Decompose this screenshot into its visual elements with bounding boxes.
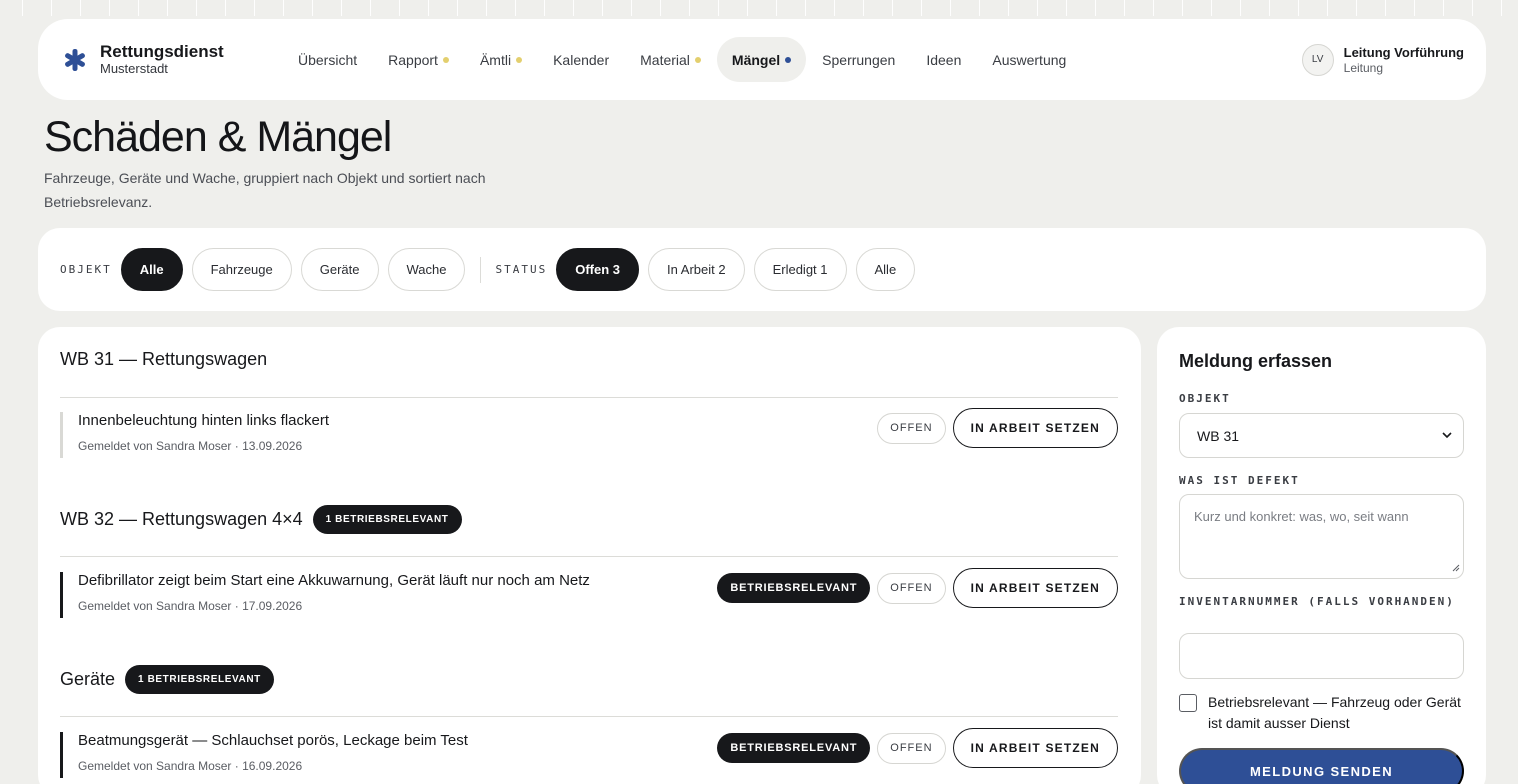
item-title: Beatmungsgerät — Schlauchset porös, Leck… [78, 732, 468, 749]
betriebsrelevant-checkbox-row[interactable]: Betriebsrelevant — Fahrzeug oder Gerät i… [1179, 692, 1464, 734]
item-title: Defibrillator zeigt beim Start eine Akku… [78, 572, 590, 589]
divider [60, 397, 1118, 398]
list-item: Beatmungsgerät — Schlauchset porös, Leck… [60, 728, 1118, 780]
user-name: Leitung Vorführung [1343, 44, 1464, 60]
filter-chip-offen[interactable]: Offen 3 [556, 248, 640, 291]
filter-chip-fahrzeuge[interactable]: Fahrzeuge [191, 248, 292, 291]
divider [60, 556, 1118, 557]
defekt-textarea[interactable]: Kurz und konkret: was, wo, seit wann [1179, 494, 1464, 579]
notification-dot [694, 56, 701, 63]
nav-item-label: Ämtli [479, 51, 512, 68]
status-badge: OFFEN [877, 412, 946, 444]
filter-chip-objekt-alle[interactable]: Alle [120, 248, 183, 291]
nav-item-sperrungen[interactable]: Sperrungen [807, 37, 910, 82]
checkbox-label: Betriebsrelevant — Fahrzeug oder Gerät i… [1208, 694, 1461, 731]
nav-item-aemtli[interactable]: Ämtli [465, 37, 537, 82]
relevance-count-badge: 1 BETRIEBSRELEVANT [125, 665, 274, 694]
page-title: Schäden & Mängel [44, 113, 392, 161]
item-meta: Gemeldet von Sandra Moser · 16.09.2026 [78, 759, 303, 773]
nav-item-label: Material [640, 51, 690, 68]
page-subtitle: Fahrzeuge, Geräte und Wache, gruppiert n… [44, 170, 486, 210]
nav-item-kalender[interactable]: Kalender [538, 37, 624, 82]
inventar-input[interactable] [1179, 633, 1464, 679]
filter-label-objekt: OBJEKT [60, 263, 112, 276]
relevance-badge: BETRIEBSRELEVANT [717, 573, 871, 603]
nav-item-label: Kalender [553, 51, 610, 68]
item-actions: BETRIEBSRELEVANT OFFEN IN ARBEIT SETZEN [717, 568, 1118, 608]
nav-item-label: Sperrungen [822, 51, 896, 68]
item-indicator [60, 732, 63, 778]
top-navigation: Rettungsdienst Musterstadt Übersicht Rap… [38, 19, 1486, 100]
report-form-panel: Meldung erfassen OBJEKT WB 31 WAS IST DE… [1157, 327, 1486, 784]
status-badge: OFFEN [877, 572, 946, 604]
group-title: Geräte [60, 669, 116, 689]
divider [480, 256, 482, 283]
defekt-field-label: WAS IST DEFEKT [1179, 474, 1300, 487]
item-meta: Gemeldet von Sandra Moser · 13.09.2026 [78, 439, 303, 453]
item-meta: Gemeldet von Sandra Moser · 17.09.2026 [78, 599, 303, 613]
betriebsrelevant-checkbox[interactable] [1179, 694, 1197, 712]
relevance-count-badge: 1 BETRIEBSRELEVANT [312, 505, 462, 534]
set-in-progress-button[interactable]: IN ARBEIT SETZEN [952, 568, 1118, 608]
item-indicator [60, 572, 63, 618]
item-title: Innenbeleuchtung hinten links flackert [78, 412, 330, 429]
resize-handle-icon[interactable] [1450, 560, 1460, 575]
defekt-placeholder: Kurz und konkret: was, wo, seit wann [1194, 509, 1409, 524]
submit-report-button[interactable]: MELDUNG SENDEN [1179, 748, 1464, 784]
nav-item-label: Mängel [731, 51, 781, 68]
objekt-select-value: WB 31 [1197, 427, 1240, 444]
avatar: LV [1301, 43, 1334, 76]
group-header: WB 32 — Rettungswagen 4×4 1 BETRIEBSRELE… [60, 505, 462, 534]
notification-dot [516, 56, 523, 63]
list-item: Defibrillator zeigt beim Start eine Akku… [60, 568, 1118, 620]
brand[interactable]: Rettungsdienst Musterstadt [62, 41, 274, 77]
relevance-badge: BETRIEBSRELEVANT [717, 733, 871, 763]
group-header: WB 31 — Rettungswagen [60, 349, 267, 370]
notification-dot [442, 56, 449, 63]
objekt-select[interactable]: WB 31 [1179, 413, 1464, 458]
nav-item-maengel[interactable]: Mängel [716, 37, 807, 82]
user-role: Leitung [1343, 60, 1384, 75]
nav-item-rapport[interactable]: Rapport [373, 37, 464, 82]
set-in-progress-button[interactable]: IN ARBEIT SETZEN [952, 408, 1118, 448]
objekt-field-label: OBJEKT [1179, 392, 1231, 405]
item-actions: OFFEN IN ARBEIT SETZEN [877, 408, 1118, 448]
nav-item-material[interactable]: Material [625, 37, 716, 82]
filter-chip-geraete[interactable]: Geräte [300, 248, 379, 291]
group-title: WB 32 — Rettungswagen 4×4 [60, 509, 303, 529]
nav-item-auswertung[interactable]: Auswertung [977, 37, 1081, 82]
group-title: WB 31 — Rettungswagen [60, 349, 268, 369]
user-menu[interactable]: LV Leitung Vorführung Leitung [1301, 19, 1464, 100]
main-nav: Übersicht Rapport Ämtli Kalender Materia… [283, 37, 1082, 82]
nav-item-label: Übersicht [298, 51, 358, 68]
active-dot [785, 56, 792, 63]
filter-chip-status-alle[interactable]: Alle [855, 248, 916, 291]
defect-list-panel: WB 31 — Rettungswagen Innenbeleuchtung h… [38, 327, 1141, 784]
filter-chip-in-arbeit[interactable]: In Arbeit 2 [648, 248, 745, 291]
divider [60, 716, 1118, 717]
filter-chip-wache[interactable]: Wache [387, 248, 466, 291]
nav-item-label: Auswertung [992, 51, 1067, 68]
nav-item-ideen[interactable]: Ideen [911, 37, 976, 82]
brand-subtitle: Musterstadt [100, 60, 168, 76]
list-item: Innenbeleuchtung hinten links flackert G… [60, 408, 1118, 460]
status-badge: OFFEN [877, 732, 946, 764]
inventar-field-label: INVENTARNUMMER (FALLS VORHANDEN) [1179, 595, 1455, 608]
star-of-life-icon [62, 47, 88, 73]
nav-item-label: Rapport [388, 51, 438, 68]
brand-name: Rettungsdienst [100, 41, 224, 61]
filter-bar: OBJEKT Alle Fahrzeuge Geräte Wache STATU… [38, 228, 1486, 311]
filter-chip-erledigt[interactable]: Erledigt 1 [753, 248, 847, 291]
group-header: Geräte 1 BETRIEBSRELEVANT [60, 665, 274, 694]
nav-item-label: Ideen [926, 51, 962, 68]
form-title: Meldung erfassen [1179, 351, 1333, 371]
set-in-progress-button[interactable]: IN ARBEIT SETZEN [952, 728, 1118, 768]
chevron-down-icon [1441, 428, 1453, 445]
item-actions: BETRIEBSRELEVANT OFFEN IN ARBEIT SETZEN [717, 728, 1118, 768]
item-indicator [60, 412, 63, 458]
filter-label-status: STATUS [495, 263, 548, 276]
nav-item-uebersicht[interactable]: Übersicht [283, 37, 372, 82]
